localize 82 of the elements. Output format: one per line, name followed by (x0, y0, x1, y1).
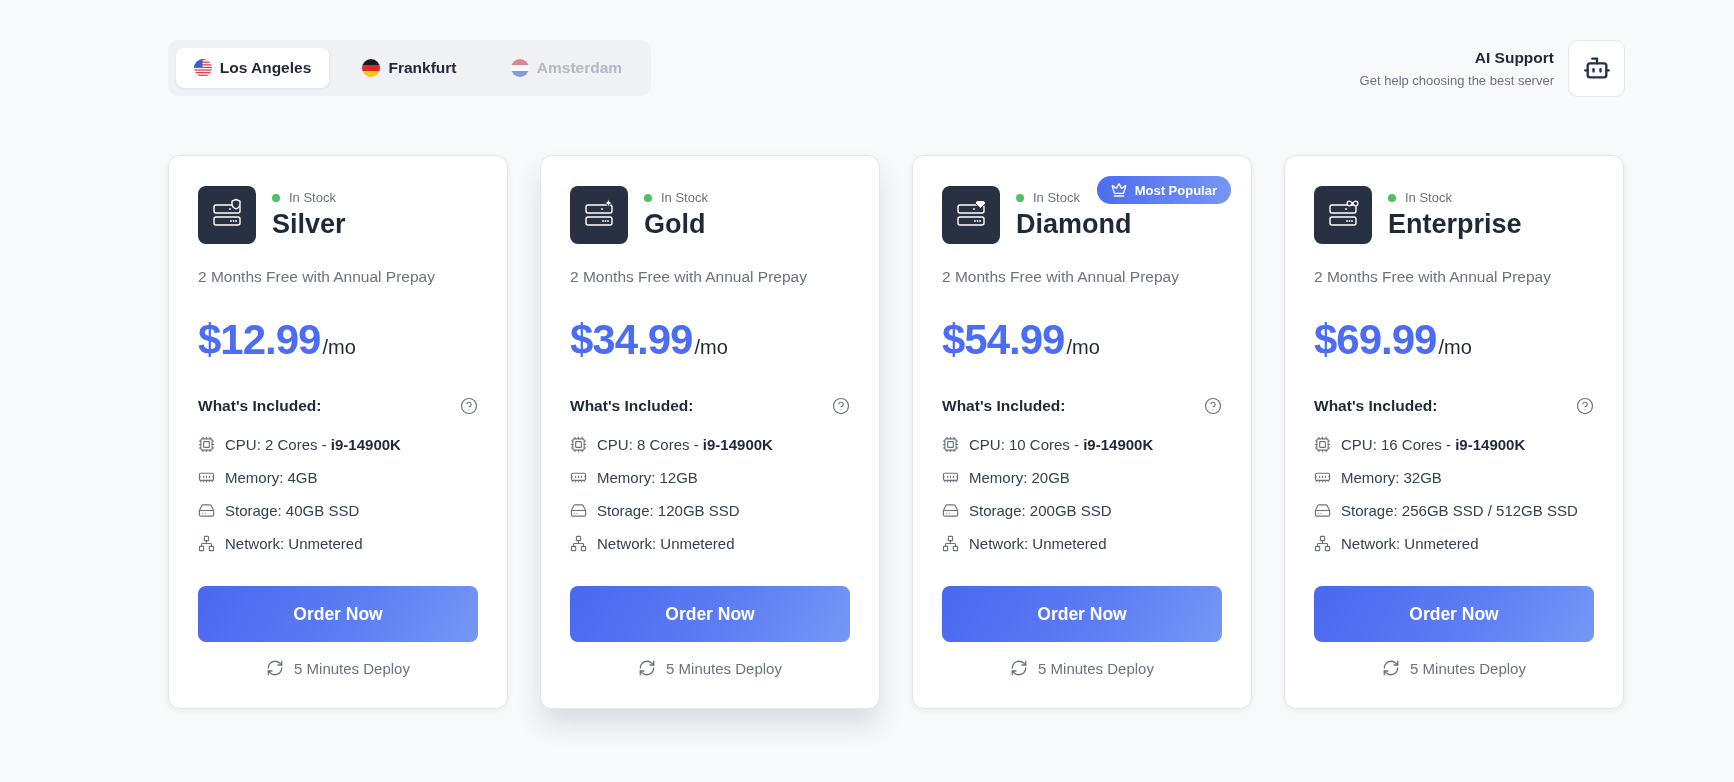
server-icon (942, 186, 1000, 244)
feature-text: Memory: 20GB (969, 468, 1070, 486)
crown-icon (1110, 182, 1127, 198)
server-icon (1314, 186, 1372, 244)
help-icon[interactable] (832, 397, 850, 415)
included-heading: What's Included: (1314, 397, 1438, 415)
feature-text: Memory: 12GB (597, 468, 698, 486)
deploy-time: 5 Minutes Deploy (294, 659, 410, 677)
stock-status: In Stock (1405, 190, 1452, 205)
netherlands-flag-icon (510, 59, 529, 77)
plan-price: $54.99 (942, 316, 1065, 364)
order-now-button[interactable]: Order Now (942, 586, 1222, 642)
stock-status: In Stock (661, 190, 708, 205)
order-now-button[interactable]: Order Now (570, 586, 850, 642)
feature-text: CPU: 2 Cores - i9-14900K (225, 435, 401, 453)
cpu-icon (570, 435, 587, 453)
price-period: /mo (322, 336, 356, 359)
location-tab[interactable]: Frankfurt (333, 48, 486, 88)
feature-text: Network: Unmetered (597, 534, 735, 552)
refresh-icon (1010, 659, 1029, 677)
cpu-icon (198, 435, 215, 453)
price-period: /mo (1438, 336, 1472, 359)
promo-text: 2 Months Free with Annual Prepay (198, 267, 436, 287)
us-flag-icon (193, 59, 212, 77)
feature-text: Storage: 256GB SSD / 512GB SSD (1341, 501, 1578, 519)
refresh-icon (638, 659, 657, 677)
price-period: /mo (694, 336, 728, 359)
feature-text: Network: Unmetered (969, 534, 1107, 552)
ai-support-title: AI Support (1474, 48, 1554, 67)
deploy-time: 5 Minutes Deploy (1038, 659, 1154, 677)
hard-drive-icon (570, 501, 587, 519)
plan-name: Diamond (1016, 208, 1132, 240)
included-heading: What's Included: (570, 397, 694, 415)
feature-text: Storage: 120GB SSD (597, 501, 740, 519)
hard-drive-icon (942, 501, 959, 519)
feature-text: CPU: 8 Cores - i9-14900K (597, 435, 773, 453)
deploy-time: 5 Minutes Deploy (1410, 659, 1526, 677)
refresh-icon (266, 659, 285, 677)
feature-text: CPU: 10 Cores - i9-14900K (969, 435, 1154, 453)
promo-text: 2 Months Free with Annual Prepay (570, 267, 808, 287)
cpu-icon (942, 435, 959, 453)
help-icon[interactable] (460, 397, 478, 415)
plan-name: Silver (272, 208, 346, 240)
plan-name: Enterprise (1388, 208, 1522, 240)
plan-name: Gold (644, 208, 707, 240)
ai-support-button[interactable] (1568, 39, 1625, 97)
order-now-button[interactable]: Order Now (198, 586, 478, 642)
ai-support-subtitle: Get help choosing the best server (1359, 72, 1554, 88)
promo-text: 2 Months Free with Annual Prepay (1314, 267, 1552, 287)
feature-text: Network: Unmetered (1341, 534, 1479, 552)
feature-text: Storage: 200GB SSD (969, 501, 1112, 519)
feature-text: Storage: 40GB SSD (225, 501, 360, 519)
network-icon (942, 534, 959, 552)
order-now-button[interactable]: Order Now (1314, 586, 1594, 642)
stock-status: In Stock (289, 190, 336, 205)
plan-price: $12.99 (198, 316, 321, 364)
help-icon[interactable] (1204, 397, 1222, 415)
refresh-icon (1382, 659, 1401, 677)
included-heading: What's Included: (942, 397, 1066, 415)
network-icon (198, 534, 215, 552)
help-icon[interactable] (1576, 397, 1594, 415)
included-heading: What's Included: (198, 397, 322, 415)
germany-flag-icon (362, 59, 381, 77)
stock-status: In Stock (1033, 190, 1080, 205)
deploy-time: 5 Minutes Deploy (666, 659, 782, 677)
location-tab[interactable]: Los Angeles (176, 48, 329, 88)
most-popular-badge: Most Popular (1096, 176, 1231, 204)
hard-drive-icon (1314, 501, 1331, 519)
feature-text: Memory: 32GB (1341, 468, 1442, 486)
hard-drive-icon (198, 501, 215, 519)
feature-text: Network: Unmetered (225, 534, 363, 552)
promo-text: 2 Months Free with Annual Prepay (942, 267, 1180, 287)
feature-text: CPU: 16 Cores - i9-14900K (1341, 435, 1526, 453)
cpu-icon (1314, 435, 1331, 453)
server-icon (570, 186, 628, 244)
plan-price: $69.99 (1314, 316, 1437, 364)
feature-text: Memory: 4GB (225, 468, 318, 486)
network-icon (570, 534, 587, 552)
plan-price: $34.99 (570, 316, 693, 364)
server-icon (198, 186, 256, 244)
network-icon (1314, 534, 1331, 552)
price-period: /mo (1066, 336, 1100, 359)
